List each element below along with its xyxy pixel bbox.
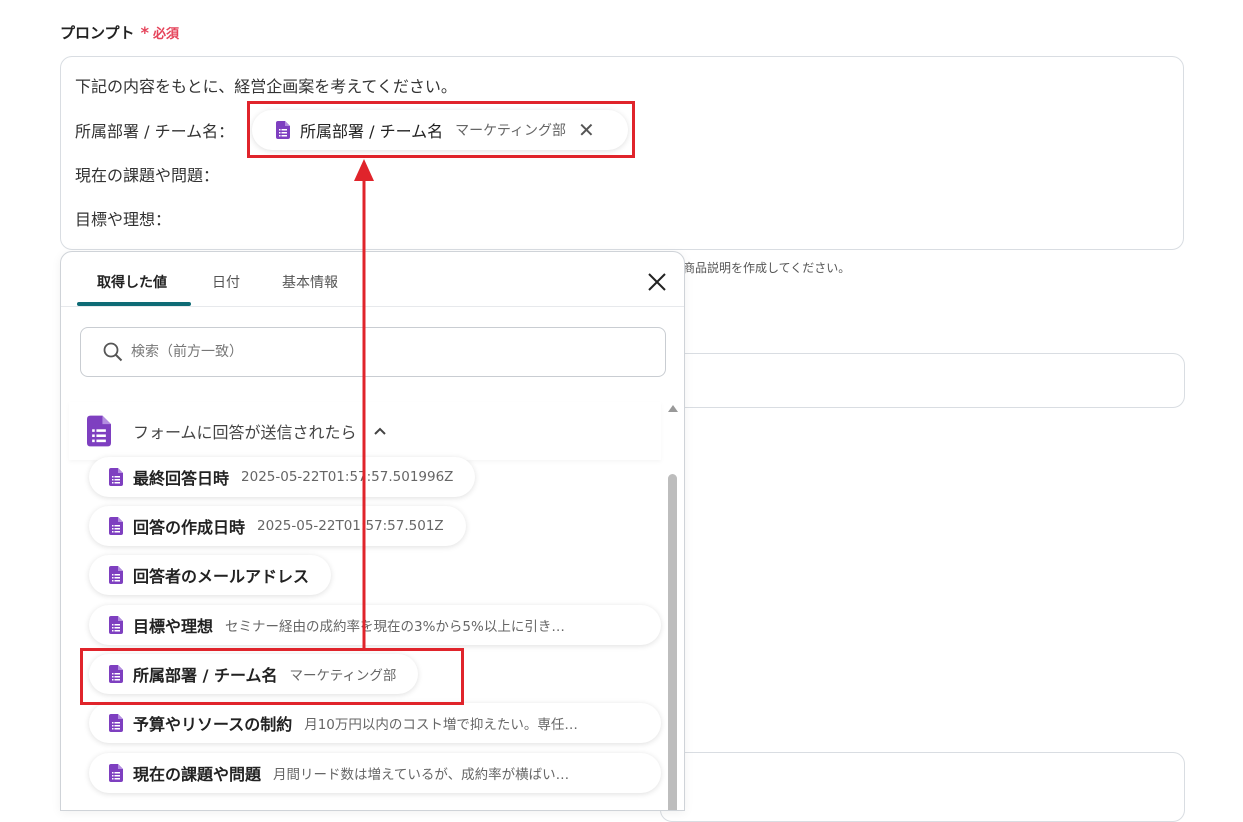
required-text: 必須 (152, 27, 179, 42)
google-forms-icon (109, 665, 123, 683)
close-icon[interactable] (645, 270, 669, 294)
variable-item-current-issues[interactable]: 現在の課題や問題 月間リード数は増えているが、成約率が横ばい… (89, 753, 661, 793)
item-value: マーケティング部 (289, 668, 397, 684)
group-header-form-submitted[interactable]: フォームに回答が送信されたら (69, 402, 661, 460)
remove-chip-icon[interactable]: ✕ (578, 120, 595, 140)
google-forms-icon (109, 566, 123, 584)
tab-basic-info[interactable]: 基本情報 (282, 272, 338, 292)
item-value: 2025-05-22T01:57:57.501996Z (241, 469, 454, 485)
prompt-line-1: 下記の内容をもとに、経営企画案を考えてください。 (75, 77, 457, 96)
background-input-field-2[interactable] (660, 752, 1185, 822)
item-value: 月間リード数は増えているが、成約率が横ばい… (273, 767, 570, 783)
inserted-variable-chip[interactable]: 所属部署 / チーム名 マーケティング部 ✕ (252, 110, 628, 150)
item-label: 回答者のメールアドレス (133, 567, 310, 586)
item-label: 予算やリソースの制約 (133, 715, 293, 734)
tab-date[interactable]: 日付 (212, 272, 240, 292)
background-input-field[interactable] (660, 353, 1185, 408)
variable-picker-popup: 取得した値 日付 基本情報 フォームに回答が送信されたら 最終回答日時 (60, 251, 685, 811)
tab-acquired-values[interactable]: 取得した値 (97, 272, 167, 292)
helper-text: 商品説明を作成してください。 (683, 261, 851, 275)
google-forms-icon (109, 714, 123, 732)
variable-item-created-time[interactable]: 回答の作成日時 2025-05-22T01:57:57.501Z (89, 506, 466, 546)
variable-item-email[interactable]: 回答者のメールアドレス (89, 555, 332, 595)
chip-label: 所属部署 / チーム名 (300, 122, 444, 141)
scroll-up-arrow[interactable] (668, 405, 678, 412)
field-label-text: プロンプト (60, 24, 135, 42)
prompt-field-label: プロンプト * 必須 (60, 22, 179, 43)
google-forms-icon (87, 415, 111, 447)
prompt-textarea[interactable]: 下記の内容をもとに、経営企画案を考えてください。 所属部署 / チーム名： 現在… (60, 56, 1184, 250)
google-forms-icon (276, 121, 290, 139)
google-forms-icon (109, 764, 123, 782)
search-box[interactable] (80, 327, 666, 377)
item-value: 2025-05-22T01:57:57.501Z (257, 518, 444, 534)
search-icon (103, 342, 123, 362)
item-label: 所属部署 / チーム名 (133, 666, 278, 685)
item-label: 現在の課題や問題 (133, 765, 262, 784)
scrollbar-thumb[interactable] (668, 474, 677, 810)
item-label: 目標や理想 (133, 617, 214, 636)
group-title: フォームに回答が送信されたら (133, 423, 357, 442)
required-mark: * (140, 23, 149, 42)
google-forms-icon (109, 616, 123, 634)
variable-item-goals[interactable]: 目標や理想 セミナー経由の成約率を現在の3%から5%以上に引き… (89, 605, 661, 645)
variable-item-budget[interactable]: 予算やリソースの制約 月10万円以内のコスト増で抑えたい。専任… (89, 703, 661, 743)
chevron-up-icon[interactable] (373, 426, 387, 436)
item-label: 最終回答日時 (133, 469, 230, 488)
google-forms-icon (109, 517, 123, 535)
prompt-line-4: 目標や理想： (75, 210, 172, 229)
search-input[interactable] (129, 343, 613, 361)
prompt-line-2: 所属部署 / チーム名： (75, 122, 235, 141)
item-value: セミナー経由の成約率を現在の3%から5%以上に引き… (225, 619, 565, 635)
variable-item-last-answer-time[interactable]: 最終回答日時 2025-05-22T01:57:57.501996Z (89, 457, 476, 497)
item-value: 月10万円以内のコスト増で抑えたい。専任… (304, 717, 578, 733)
google-forms-icon (109, 468, 123, 486)
variable-item-department[interactable]: 所属部署 / チーム名 マーケティング部 (89, 654, 419, 694)
prompt-line-3: 現在の課題や問題： (75, 166, 220, 185)
chip-value: マーケティング部 (455, 123, 566, 139)
item-label: 回答の作成日時 (133, 518, 246, 537)
tabs-divider (61, 306, 684, 307)
